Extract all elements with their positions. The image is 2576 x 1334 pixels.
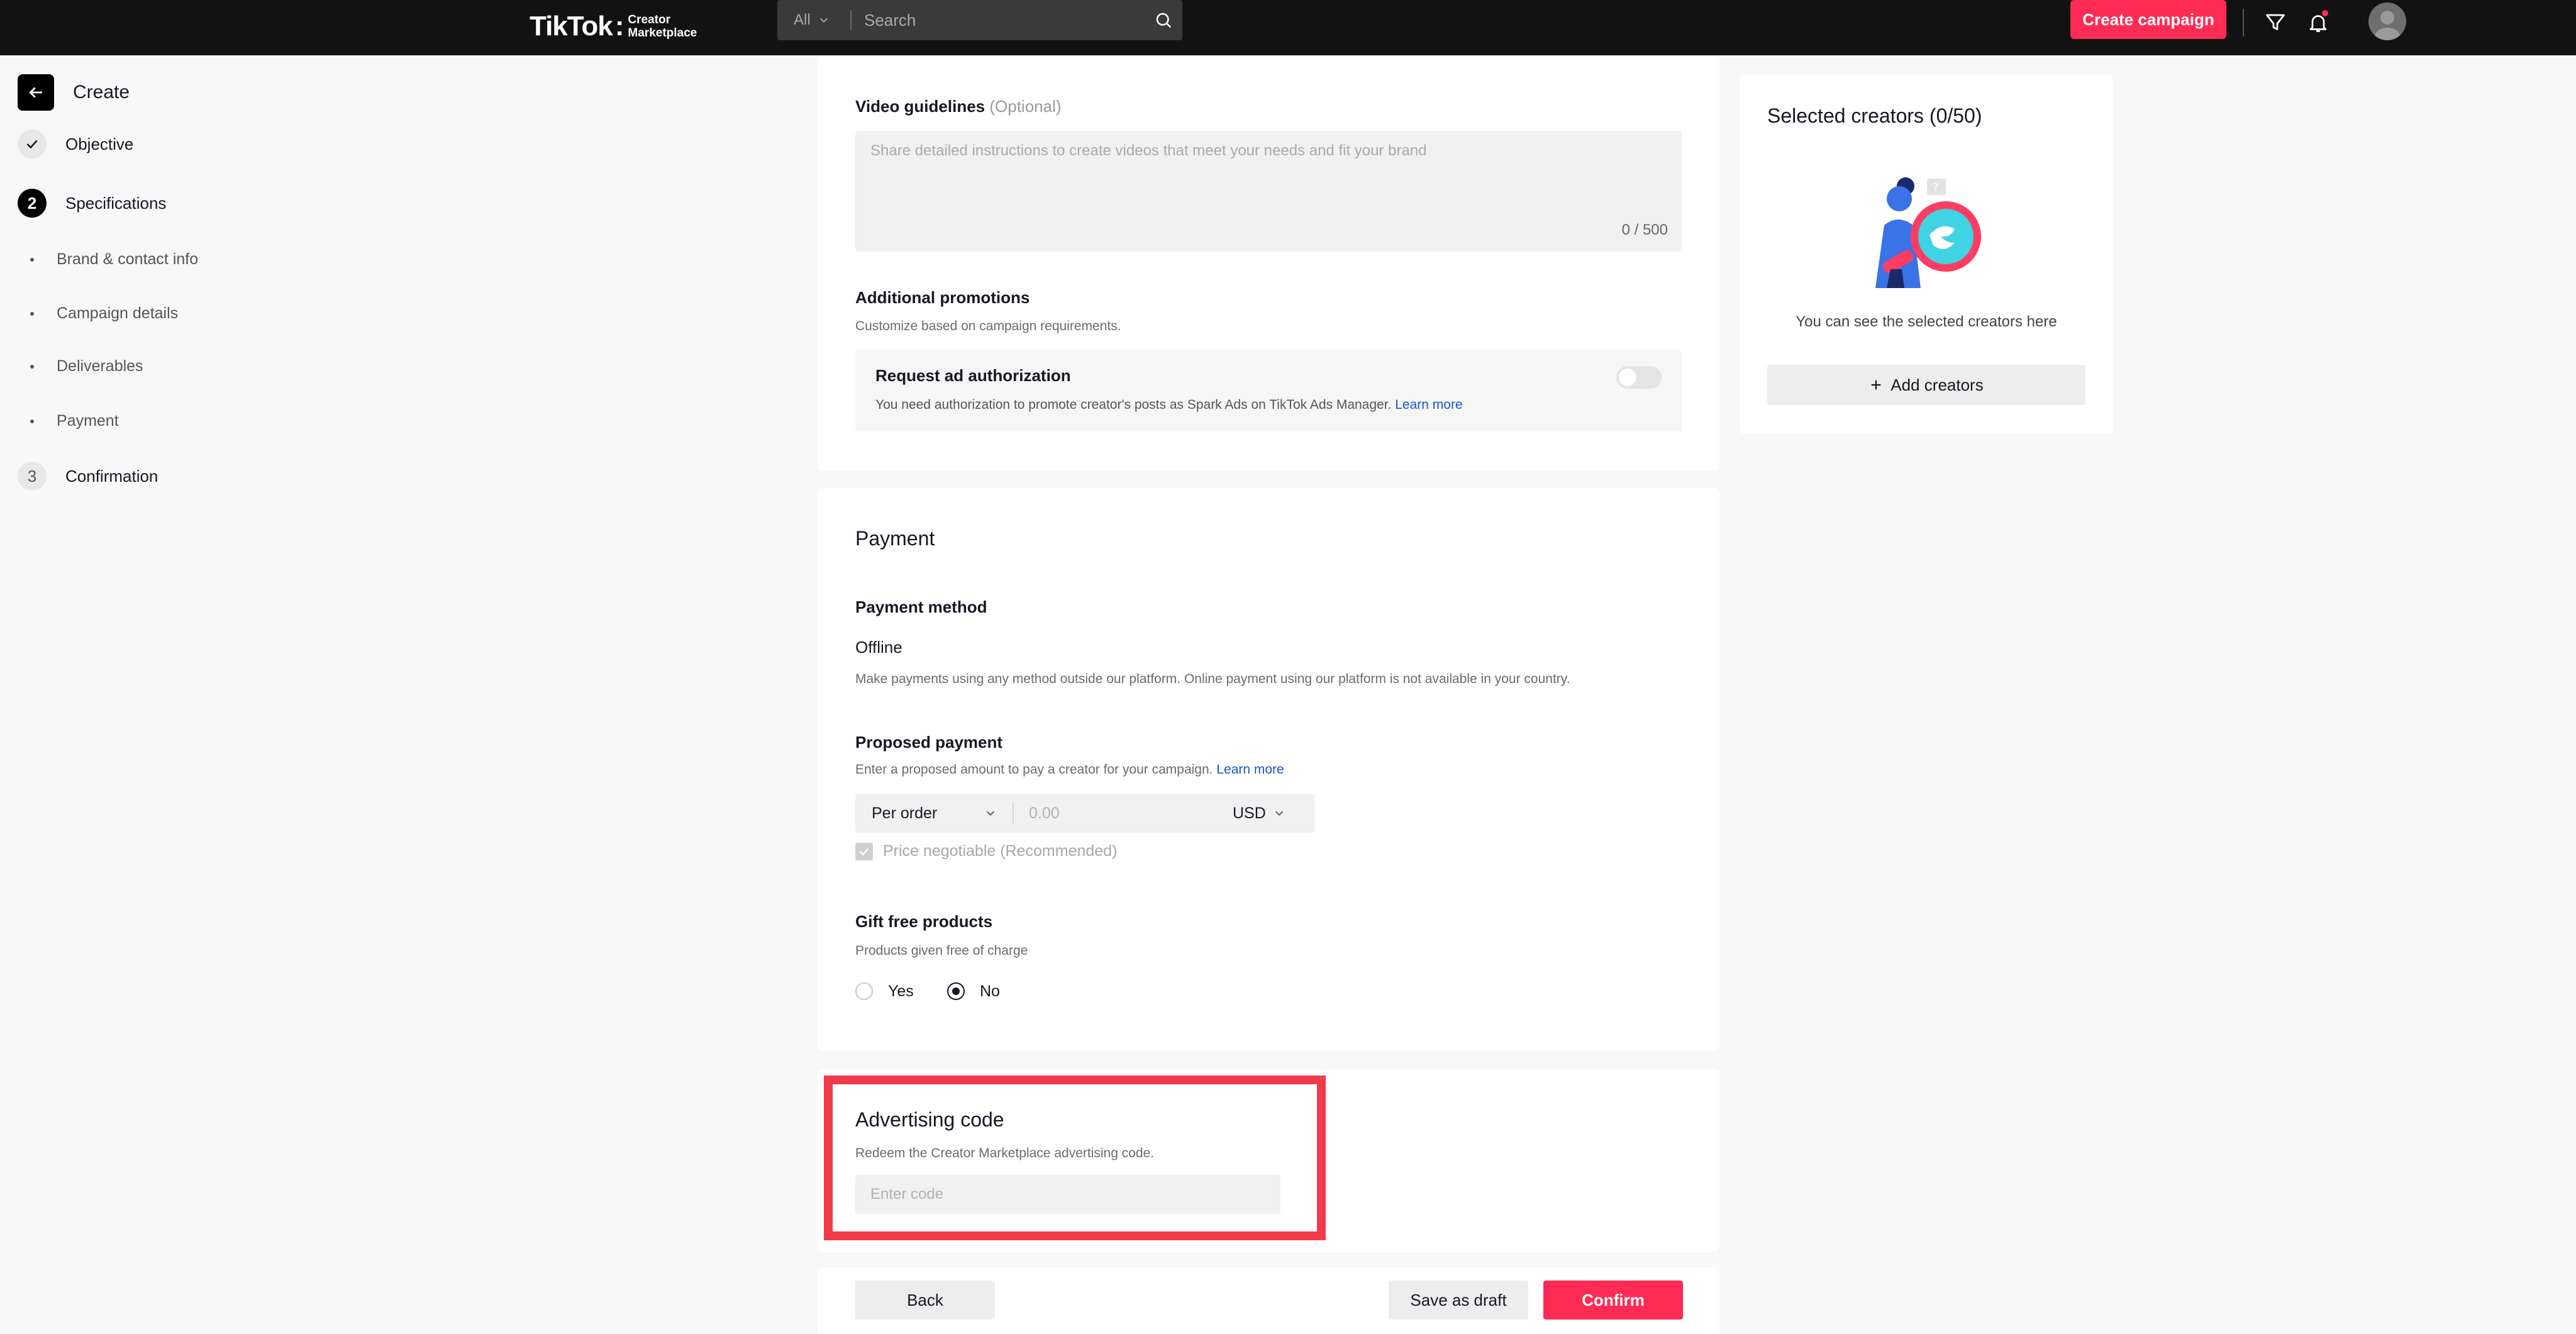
search-input[interactable]: Search [864, 11, 1145, 30]
advertising-code-description: Redeem the Creator Marketplace advertisi… [855, 1146, 1155, 1160]
price-negotiable-label: Price negotiable (Recommended) [883, 842, 1118, 860]
back-arrow-button[interactable] [18, 74, 54, 111]
step-number: 3 [18, 462, 47, 491]
creator-search-illustration: ? [1875, 177, 1981, 288]
payment-method-description: Make payments using any method outside o… [855, 672, 1570, 686]
filter-icon [2266, 14, 2285, 30]
advertising-code-input[interactable]: Enter code [855, 1175, 1280, 1214]
check-icon [26, 140, 38, 149]
video-guidelines-textarea[interactable]: Share detailed instructions to create vi… [855, 131, 1682, 252]
substep-brand-contact[interactable]: Brand & contact info [30, 250, 198, 269]
avatar[interactable] [2368, 3, 2406, 40]
top-navigation-bar: TikTok : Creator Marketplace All Search … [0, 0, 2576, 55]
save-as-draft-button[interactable]: Save as draft [1389, 1281, 1528, 1320]
payment-amount-input[interactable]: 0.00 [1014, 804, 1233, 823]
search-scope-dropdown[interactable]: All [777, 11, 850, 29]
gift-yes-radio[interactable] [855, 982, 873, 1000]
svg-text:?: ? [1933, 181, 1939, 194]
arrow-left-icon [29, 87, 42, 98]
ad-authorization-title: Request ad authorization [875, 366, 1071, 385]
payment-section-title: Payment [855, 527, 935, 550]
step-complete-marker [18, 130, 47, 158]
payment-type-dropdown[interactable]: Per order [855, 804, 1013, 823]
tiktok-creator-marketplace-logo[interactable]: TikTok : Creator Marketplace [530, 8, 697, 45]
character-counter: 0 / 500 [1621, 221, 1668, 238]
user-icon [2375, 11, 2400, 40]
gift-products-description: Products given free of charge [855, 943, 1028, 958]
learn-more-link[interactable]: Learn more [1395, 397, 1462, 412]
proposed-payment-description: Enter a proposed amount to pay a creator… [855, 762, 1284, 777]
ad-authorization-toggle[interactable] [1616, 366, 1662, 389]
add-creators-button[interactable]: Add creators [1767, 365, 2085, 405]
advertising-code-title: Advertising code [855, 1108, 1004, 1131]
payment-method-value: Offline [855, 638, 902, 657]
substep-campaign-details[interactable]: Campaign details [30, 304, 178, 323]
price-negotiable-checkbox[interactable] [855, 843, 873, 860]
currency-dropdown[interactable]: USD [1233, 804, 1314, 823]
gift-no-label[interactable]: No [980, 982, 1000, 1001]
proposed-payment-input-group: Per order 0.00 USD [855, 794, 1314, 833]
learn-more-link[interactable]: Learn more [1216, 762, 1284, 777]
search-icon [1156, 13, 1172, 28]
payment-method-label: Payment method [855, 598, 987, 616]
step-number: 2 [18, 189, 47, 218]
notification-badge [2321, 9, 2329, 18]
chevron-down-icon [1275, 811, 1283, 816]
filter-button[interactable] [2260, 8, 2290, 38]
step-objective[interactable]: Objective [18, 130, 133, 158]
ad-authorization-description: You need authorization to promote creato… [875, 397, 1463, 412]
create-campaign-button[interactable]: Create campaign [2070, 0, 2226, 39]
additional-promotions-label: Additional promotions [855, 288, 1030, 307]
notifications-button[interactable] [2303, 8, 2333, 38]
additional-promotions-description: Customize based on campaign requirements… [855, 319, 1121, 333]
plus-icon [1871, 380, 1881, 390]
substep-deliverables[interactable]: Deliverables [30, 357, 143, 375]
page-title: Create [73, 82, 130, 103]
chevron-down-icon [819, 18, 828, 23]
selected-creators-title: Selected creators (0/50) [1767, 104, 1982, 127]
gift-yes-label[interactable]: Yes [888, 982, 914, 1001]
back-button[interactable]: Back [855, 1281, 995, 1320]
step-confirmation[interactable]: 3 Confirmation [18, 462, 158, 491]
step-specifications[interactable]: 2 Specifications [18, 189, 166, 218]
search-bar: All Search [777, 0, 1182, 40]
confirm-button[interactable]: Confirm [1543, 1281, 1683, 1320]
create-header: Create [18, 74, 130, 111]
proposed-payment-label: Proposed payment [855, 733, 1003, 752]
video-guidelines-label: Video guidelines (Optional) [855, 97, 1062, 116]
substep-payment[interactable]: Payment [30, 412, 119, 430]
empty-state-text: You can see the selected creators here [1796, 313, 2057, 330]
check-icon [859, 848, 869, 856]
ad-authorization-box [855, 350, 1682, 431]
search-button[interactable] [1145, 1, 1182, 39]
gift-products-label: Gift free products [855, 912, 993, 931]
chevron-down-icon [986, 811, 995, 816]
gift-no-radio[interactable] [947, 982, 965, 1000]
